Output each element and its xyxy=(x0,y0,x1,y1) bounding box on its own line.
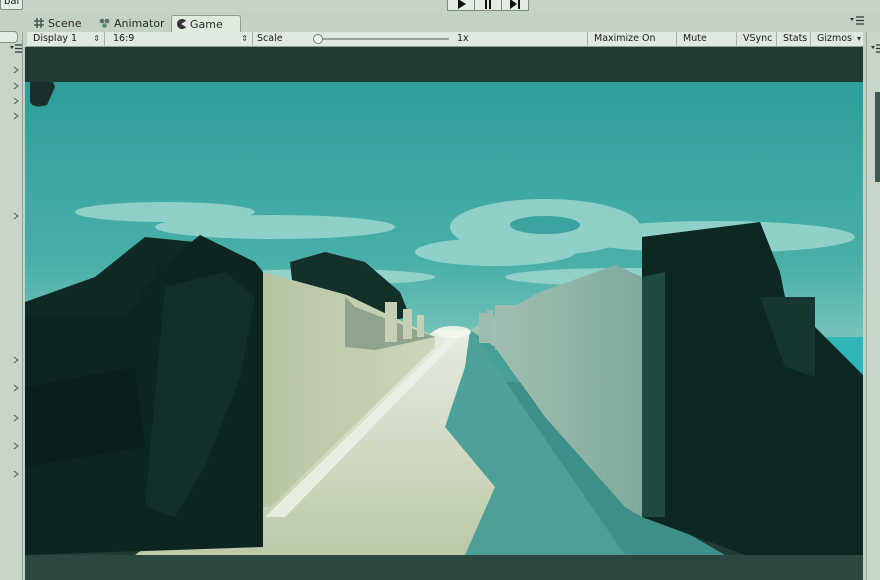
chevron-right-icon[interactable] xyxy=(13,382,19,395)
step-button[interactable] xyxy=(501,0,529,11)
scale-label: Scale xyxy=(257,33,283,44)
chevron-right-icon[interactable] xyxy=(13,354,19,367)
tab-scene[interactable]: Scene xyxy=(30,15,96,32)
aspect-dropdown[interactable]: 16:9 ⇕ xyxy=(107,32,253,46)
mute-audio-toggle[interactable]: Mute Audio xyxy=(677,32,737,58)
horizon-glow xyxy=(435,326,471,338)
left-panel xyxy=(0,31,23,580)
pause-icon xyxy=(485,0,491,9)
play-controls xyxy=(447,0,529,11)
maximize-on-play-toggle[interactable]: Maximize On Play xyxy=(587,32,677,58)
tab-bar: Scene Animator Game xyxy=(0,12,880,33)
game-view-viewport[interactable] xyxy=(25,47,863,580)
chevron-right-icon[interactable] xyxy=(13,210,19,223)
tab-animator-label: Animator xyxy=(114,17,165,30)
right-panel-menu-icon[interactable] xyxy=(871,44,880,57)
vsync-toggle[interactable]: VSync xyxy=(737,32,777,46)
chevron-right-icon[interactable] xyxy=(13,412,19,425)
step-icon xyxy=(510,0,520,9)
aspect-dropdown-label: 16:9 xyxy=(113,33,135,44)
stats-label: Stats xyxy=(783,33,808,44)
display-dropdown[interactable]: Display 1 ⇕ xyxy=(27,32,105,46)
pause-button[interactable] xyxy=(474,0,502,11)
dropdown-arrow-icon: ▾ xyxy=(856,34,861,43)
tab-menu-icon[interactable] xyxy=(850,16,864,29)
updown-arrow-icon: ⇕ xyxy=(93,34,100,43)
scale-slider-thumb[interactable] xyxy=(313,34,323,44)
top-strip: bal xyxy=(0,0,880,12)
cloud-hole xyxy=(510,216,580,234)
scene-grid-icon xyxy=(34,16,44,33)
stats-toggle[interactable]: Stats xyxy=(777,32,811,46)
tab-animator[interactable]: Animator xyxy=(95,15,173,32)
game-scene-render[interactable] xyxy=(25,47,863,580)
scale-slider-track[interactable] xyxy=(317,38,449,40)
chevron-right-icon[interactable] xyxy=(13,95,19,108)
chevron-right-icon[interactable] xyxy=(13,80,19,93)
right-panel xyxy=(866,32,880,580)
left-panel-menu-icon[interactable] xyxy=(10,44,22,57)
game-toolbar: Display 1 ⇕ 16:9 ⇕ Scale 1x Maximize On … xyxy=(27,32,863,58)
global-toggle-button[interactable]: bal xyxy=(0,0,24,10)
vsync-label: VSync xyxy=(743,33,773,44)
game-pacman-icon xyxy=(176,17,186,34)
inspector-preview-thumbnail xyxy=(875,92,880,182)
display-dropdown-label: Display 1 xyxy=(33,33,78,44)
animator-icon xyxy=(99,16,110,33)
letterbox-top xyxy=(25,47,863,82)
chevron-right-icon[interactable] xyxy=(13,440,19,453)
tab-game-label: Game xyxy=(190,18,223,31)
play-icon xyxy=(458,0,466,9)
chevron-right-icon[interactable] xyxy=(13,64,19,77)
left-panel-button[interactable] xyxy=(0,31,18,43)
updown-arrow-icon: ⇕ xyxy=(241,34,248,43)
scale-value: 1x xyxy=(457,33,469,44)
tab-scene-label: Scene xyxy=(48,17,82,30)
tab-game[interactable]: Game xyxy=(171,15,241,33)
right-tower-edge xyxy=(642,272,665,517)
letterbox-bottom xyxy=(25,555,863,580)
play-button[interactable] xyxy=(447,0,475,11)
gizmos-dropdown[interactable]: Gizmos ▾ xyxy=(811,32,863,46)
chevron-right-icon[interactable] xyxy=(13,468,19,481)
chevron-right-icon[interactable] xyxy=(13,110,19,123)
gizmos-label: Gizmos xyxy=(817,33,853,44)
